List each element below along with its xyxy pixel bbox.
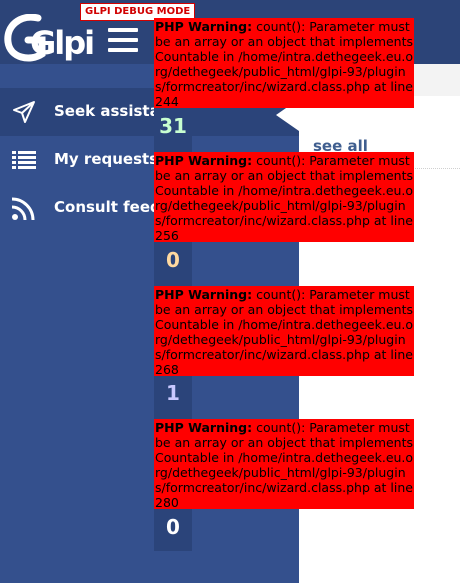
counter-extra: 0 [166,515,180,539]
sidebar-item-label: Consult feeds [54,198,170,216]
menu-toggle-icon[interactable] [108,28,138,52]
php-warning: PHP Warning: count(): Parameter must be … [154,152,414,242]
sidebar-item-label: My requests [54,150,159,168]
php-warning: PHP Warning: count(): Parameter must be … [154,419,414,509]
warning-label: PHP Warning: [155,420,253,435]
php-warning: PHP Warning: count(): Parameter must be … [154,18,414,108]
warning-label: PHP Warning: [155,287,253,302]
counter-seek-assistance: 31 [159,114,187,138]
warning-label: PHP Warning: [155,153,253,168]
counter-consult-feeds: 1 [166,381,180,405]
logo-text: Glpi [30,24,95,62]
php-warning: PHP Warning: count(): Parameter must be … [154,286,414,376]
paper-plane-icon [13,101,35,123]
glpi-logo[interactable]: Glpi [4,13,95,62]
counter-my-requests: 0 [166,248,180,272]
rss-icon [12,197,35,220]
list-icon [12,151,36,169]
warning-label: PHP Warning: [155,19,253,34]
